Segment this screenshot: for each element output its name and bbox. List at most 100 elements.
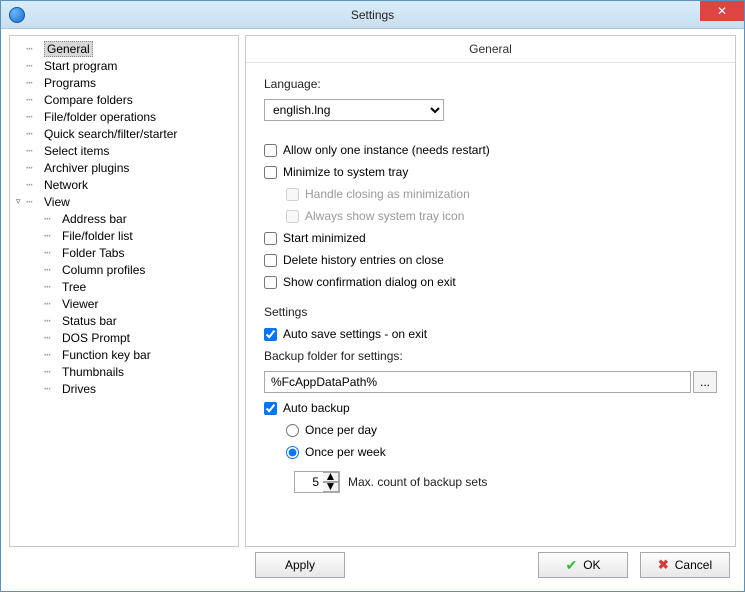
handle-close-min-checkbox: Handle closing as minimization bbox=[286, 187, 717, 201]
tree-item-dos-prompt[interactable]: ⋯DOS Prompt bbox=[12, 329, 236, 346]
tree-expander-icon[interactable]: ▿ bbox=[16, 196, 26, 207]
tree-item-label: Column profiles bbox=[62, 263, 145, 277]
panel-heading: General bbox=[246, 36, 735, 63]
always-tray-icon-input bbox=[286, 210, 299, 223]
max-backup-input[interactable] bbox=[295, 472, 323, 492]
tree-connector-icon: ⋯ bbox=[44, 246, 62, 259]
confirm-exit-input[interactable] bbox=[264, 276, 277, 289]
navigation-tree[interactable]: ⋯General⋯Start program⋯Programs⋯Compare … bbox=[9, 35, 239, 547]
tree-item-label: Archiver plugins bbox=[44, 161, 129, 175]
tree-connector-icon: ⋯ bbox=[44, 280, 62, 293]
tree-connector-icon: ⋯ bbox=[26, 195, 44, 208]
tree-connector-icon: ⋯ bbox=[44, 365, 62, 378]
ok-button[interactable]: ✔ OK bbox=[538, 552, 628, 578]
tree-item-status-bar[interactable]: ⋯Status bar bbox=[12, 312, 236, 329]
handle-close-min-label: Handle closing as minimization bbox=[305, 187, 470, 201]
auto-save-label: Auto save settings - on exit bbox=[283, 327, 427, 341]
auto-save-checkbox[interactable]: Auto save settings - on exit bbox=[264, 327, 717, 341]
auto-save-input[interactable] bbox=[264, 328, 277, 341]
language-select[interactable]: english.lng bbox=[264, 99, 444, 121]
allow-one-instance-label: Allow only one instance (needs restart) bbox=[283, 143, 490, 157]
window-title: Settings bbox=[351, 8, 394, 22]
once-per-week-input[interactable] bbox=[286, 446, 299, 459]
once-per-week-radio[interactable]: Once per week bbox=[286, 445, 717, 459]
tree-item-quick-search-filter-starter[interactable]: ⋯Quick search/filter/starter bbox=[12, 125, 236, 142]
tree-item-viewer[interactable]: ⋯Viewer bbox=[12, 295, 236, 312]
check-icon: ✔ bbox=[565, 557, 577, 574]
tree-item-archiver-plugins[interactable]: ⋯Archiver plugins bbox=[12, 159, 236, 176]
close-button[interactable]: ✕ bbox=[700, 1, 744, 21]
auto-backup-label: Auto backup bbox=[283, 401, 350, 415]
tree-item-label: View bbox=[44, 195, 70, 209]
tree-item-network[interactable]: ⋯Network bbox=[12, 176, 236, 193]
panel-body: Language: english.lng Allow only one ins… bbox=[246, 63, 735, 507]
tree-connector-icon: ⋯ bbox=[26, 127, 44, 140]
tree-connector-icon: ⋯ bbox=[26, 110, 44, 123]
tree-item-column-profiles[interactable]: ⋯Column profiles bbox=[12, 261, 236, 278]
tree-item-drives[interactable]: ⋯Drives bbox=[12, 380, 236, 397]
x-icon: ✖ bbox=[658, 557, 669, 573]
tree-item-tree[interactable]: ⋯Tree bbox=[12, 278, 236, 295]
delete-history-input[interactable] bbox=[264, 254, 277, 267]
backup-folder-input[interactable] bbox=[264, 371, 691, 393]
spinner-down-button[interactable]: ▼ bbox=[323, 482, 339, 492]
confirm-exit-checkbox[interactable]: Show confirmation dialog on exit bbox=[264, 275, 717, 289]
tree-item-label: Drives bbox=[62, 382, 96, 396]
start-minimized-input[interactable] bbox=[264, 232, 277, 245]
auto-backup-input[interactable] bbox=[264, 402, 277, 415]
always-tray-icon-label: Always show system tray icon bbox=[305, 209, 464, 223]
cancel-button[interactable]: ✖ Cancel bbox=[640, 552, 730, 578]
max-backup-label: Max. count of backup sets bbox=[348, 475, 487, 489]
tree-item-select-items[interactable]: ⋯Select items bbox=[12, 142, 236, 159]
apply-button[interactable]: Apply bbox=[255, 552, 345, 578]
tree-item-label: File/folder list bbox=[62, 229, 133, 243]
tree-item-label: Start program bbox=[44, 59, 117, 73]
tree-item-label: DOS Prompt bbox=[62, 331, 130, 345]
once-per-day-label: Once per day bbox=[305, 423, 377, 437]
settings-panel: General Language: english.lng Allow only… bbox=[245, 35, 736, 547]
tree-connector-icon: ⋯ bbox=[26, 76, 44, 89]
tree-item-programs[interactable]: ⋯Programs bbox=[12, 74, 236, 91]
tree-item-label: Compare folders bbox=[44, 93, 133, 107]
tree-item-folder-tabs[interactable]: ⋯Folder Tabs bbox=[12, 244, 236, 261]
tree-connector-icon: ⋯ bbox=[44, 348, 62, 361]
tree-connector-icon: ⋯ bbox=[44, 314, 62, 327]
max-backup-spinner[interactable]: ▲ ▼ bbox=[294, 471, 340, 493]
delete-history-checkbox[interactable]: Delete history entries on close bbox=[264, 253, 717, 267]
once-per-day-radio[interactable]: Once per day bbox=[286, 423, 717, 437]
tree-item-label: Programs bbox=[44, 76, 96, 90]
always-tray-icon-checkbox: Always show system tray icon bbox=[286, 209, 717, 223]
delete-history-label: Delete history entries on close bbox=[283, 253, 444, 267]
once-per-day-input[interactable] bbox=[286, 424, 299, 437]
allow-one-instance-checkbox[interactable]: Allow only one instance (needs restart) bbox=[264, 143, 717, 157]
browse-button[interactable]: ... bbox=[693, 371, 717, 393]
tree-item-function-key-bar[interactable]: ⋯Function key bar bbox=[12, 346, 236, 363]
auto-backup-checkbox[interactable]: Auto backup bbox=[264, 401, 717, 415]
ok-label: OK bbox=[583, 558, 600, 572]
allow-one-instance-input[interactable] bbox=[264, 144, 277, 157]
tree-item-label: Quick search/filter/starter bbox=[44, 127, 177, 141]
tree-item-file-folder-operations[interactable]: ⋯File/folder operations bbox=[12, 108, 236, 125]
app-icon bbox=[9, 7, 25, 23]
tree-item-compare-folders[interactable]: ⋯Compare folders bbox=[12, 91, 236, 108]
minimize-tray-label: Minimize to system tray bbox=[283, 165, 408, 179]
tree-connector-icon: ⋯ bbox=[26, 42, 44, 55]
backup-folder-row: ... bbox=[264, 371, 717, 393]
tree-item-file-folder-list[interactable]: ⋯File/folder list bbox=[12, 227, 236, 244]
minimize-tray-input[interactable] bbox=[264, 166, 277, 179]
tree-connector-icon: ⋯ bbox=[26, 178, 44, 191]
tree-item-label: Network bbox=[44, 178, 88, 192]
tree-item-view[interactable]: ▿⋯View bbox=[12, 193, 236, 210]
tree-item-start-program[interactable]: ⋯Start program bbox=[12, 57, 236, 74]
minimize-tray-checkbox[interactable]: Minimize to system tray bbox=[264, 165, 717, 179]
handle-close-min-input bbox=[286, 188, 299, 201]
once-per-week-label: Once per week bbox=[305, 445, 386, 459]
tree-item-address-bar[interactable]: ⋯Address bar bbox=[12, 210, 236, 227]
tree-item-label: Function key bar bbox=[62, 348, 151, 362]
tree-item-label: Address bar bbox=[62, 212, 127, 226]
tree-item-thumbnails[interactable]: ⋯Thumbnails bbox=[12, 363, 236, 380]
start-minimized-checkbox[interactable]: Start minimized bbox=[264, 231, 717, 245]
tree-item-general[interactable]: ⋯General bbox=[12, 40, 236, 57]
apply-label: Apply bbox=[285, 558, 315, 572]
tree-connector-icon: ⋯ bbox=[44, 331, 62, 344]
